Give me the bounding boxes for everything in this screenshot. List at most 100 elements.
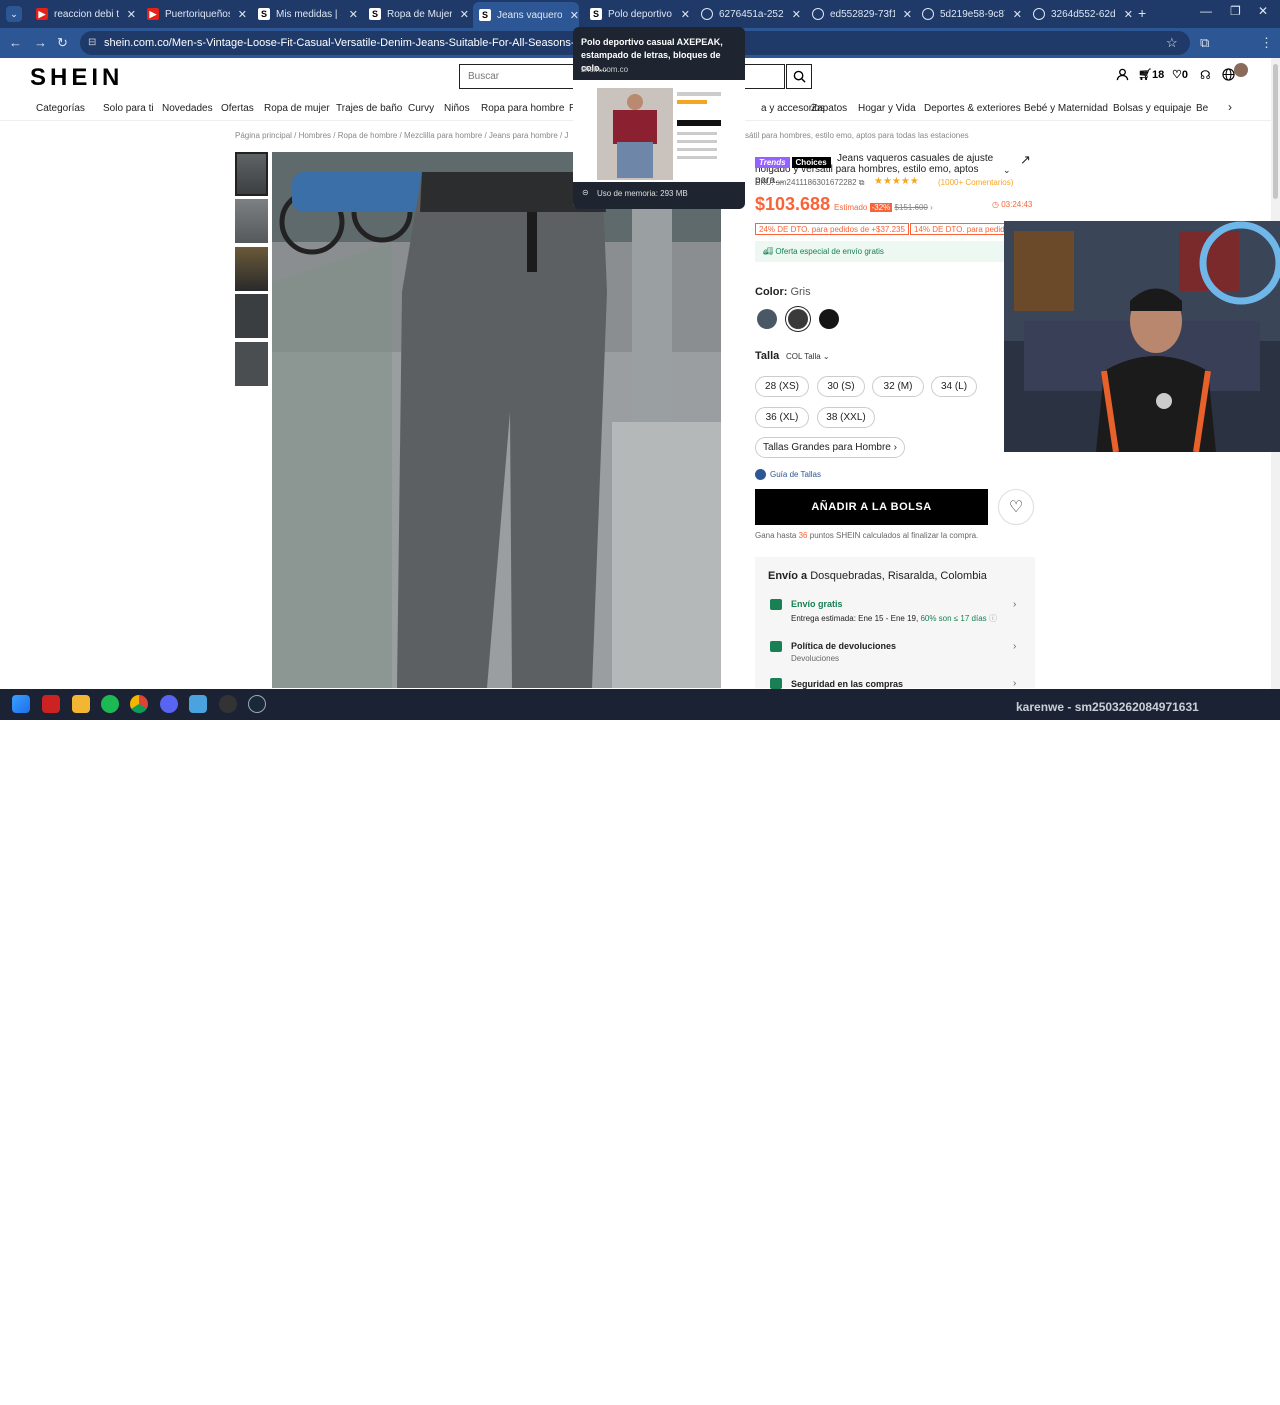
- tab-list-icon[interactable]: ⌄: [6, 6, 22, 22]
- chevron-right-icon[interactable]: ›: [1013, 599, 1016, 610]
- globe-icon[interactable]: [1222, 68, 1235, 84]
- wishlist-button[interactable]: ♡0: [1172, 68, 1188, 81]
- big-sizes-link[interactable]: Tallas Grandes para Hombre ›: [755, 437, 905, 458]
- new-tab-button[interactable]: +: [1138, 5, 1146, 21]
- free-shipping-title[interactable]: Envío gratis: [791, 599, 843, 609]
- category-link[interactable]: Trajes de baño: [336, 103, 402, 114]
- share-icon[interactable]: ↗: [1020, 152, 1031, 168]
- size-option[interactable]: 34 (L): [931, 376, 977, 397]
- security-title[interactable]: Seguridad en las compras: [791, 679, 903, 689]
- info-icon[interactable]: ⓘ: [989, 614, 997, 623]
- category-link[interactable]: Ofertas: [221, 103, 254, 114]
- estimate-info[interactable]: Estimado -32% $151.600 ›: [834, 203, 933, 212]
- browser-tab[interactable]: S Ropa de Mujer y ✕: [363, 4, 469, 24]
- back-icon[interactable]: ←: [9, 35, 22, 50]
- nav-next-icon[interactable]: ›: [1228, 100, 1232, 114]
- copy-icon[interactable]: ⧉: [859, 178, 865, 187]
- main-product-image[interactable]: [272, 152, 721, 688]
- gallery-thumbnail[interactable]: [235, 342, 268, 386]
- shein-logo[interactable]: SHEIN: [30, 64, 123, 92]
- tab-close-icon[interactable]: ✕: [792, 8, 801, 21]
- restore-icon[interactable]: ❐: [1230, 4, 1241, 18]
- chevron-right-icon[interactable]: ›: [1013, 678, 1016, 689]
- browser-tab[interactable]: ▶ Puertoriqueños, n ✕: [141, 4, 247, 24]
- forward-icon[interactable]: →: [34, 35, 47, 50]
- support-icon[interactable]: ☊: [1200, 68, 1211, 82]
- browser-tab[interactable]: 6276451a-252e-4 ✕: [695, 4, 801, 24]
- category-link[interactable]: Curvy: [408, 103, 434, 114]
- browser-tab[interactable]: ed552829-73f1-4 ✕: [806, 4, 912, 24]
- tab-close-icon[interactable]: ✕: [238, 8, 247, 21]
- size-option[interactable]: 36 (XL): [755, 407, 809, 428]
- browser-tab[interactable]: S Mis medidas | SH ✕: [252, 4, 358, 24]
- app-icon[interactable]: [42, 695, 60, 713]
- tab-close-icon[interactable]: ✕: [681, 8, 690, 21]
- expand-title-icon[interactable]: ⌄: [1003, 165, 1011, 176]
- tab-close-icon[interactable]: ✕: [127, 8, 136, 21]
- discount-tag[interactable]: 24% DE DTO. para pedidos de +$37.235: [755, 223, 909, 235]
- tab-close-icon[interactable]: ✕: [903, 8, 912, 21]
- extensions-icon[interactable]: ⧉: [1200, 35, 1209, 51]
- minimize-icon[interactable]: —: [1200, 4, 1212, 18]
- category-link[interactable]: Hogar y Vida: [858, 103, 916, 114]
- steam-icon[interactable]: [248, 695, 266, 713]
- bookmark-star-icon[interactable]: ☆: [1166, 35, 1178, 51]
- tab-close-icon[interactable]: ✕: [349, 8, 358, 21]
- discount-tag[interactable]: 14% DE DTO. para pedid: [910, 223, 1009, 235]
- windows-start-icon[interactable]: [12, 695, 30, 713]
- category-link[interactable]: Solo para ti: [103, 103, 154, 114]
- category-link[interactable]: Ropa de mujer: [264, 103, 330, 114]
- category-link[interactable]: Deportes & exteriores: [924, 103, 1021, 114]
- user-icon[interactable]: [1116, 68, 1129, 84]
- add-to-bag-button[interactable]: AÑADIR A LA BOLSA: [755, 489, 988, 525]
- size-option[interactable]: 30 (S): [817, 376, 865, 397]
- returns-title[interactable]: Política de devoluciones: [791, 641, 896, 651]
- tab-close-icon[interactable]: ✕: [460, 8, 469, 21]
- search-button[interactable]: [786, 64, 812, 89]
- obs-icon[interactable]: [219, 695, 237, 713]
- browser-tab[interactable]: 3264d552-62d9-4 ✕: [1027, 4, 1133, 24]
- gallery-thumbnail[interactable]: [235, 247, 268, 291]
- category-link[interactable]: Be: [1196, 103, 1208, 114]
- close-window-icon[interactable]: ✕: [1258, 4, 1268, 18]
- chevron-right-icon[interactable]: ›: [1013, 641, 1016, 652]
- category-link[interactable]: Bebé y Maternidad: [1024, 103, 1108, 114]
- browser-menu-icon[interactable]: ⋮: [1260, 35, 1273, 51]
- category-link[interactable]: Ropa para hombre: [481, 103, 564, 114]
- gallery-thumbnail[interactable]: [235, 152, 268, 196]
- gallery-thumbnail[interactable]: [235, 199, 268, 243]
- rating-stars[interactable]: ★★★★★: [874, 176, 919, 187]
- color-swatch[interactable]: [819, 309, 839, 329]
- reviews-link[interactable]: (1000+ Comentarios): [938, 178, 1013, 187]
- category-link[interactable]: Niños: [444, 103, 470, 114]
- cart-button[interactable]: 🛒︎18: [1138, 68, 1164, 81]
- breadcrumb[interactable]: Página principal / Hombres / Ropa de hom…: [235, 131, 569, 140]
- size-option[interactable]: 38 (XXL): [817, 407, 875, 428]
- file-explorer-icon[interactable]: [72, 695, 90, 713]
- size-system-select[interactable]: COL Talla ⌄: [786, 352, 830, 361]
- spotify-icon[interactable]: [101, 695, 119, 713]
- profile-avatar[interactable]: [1234, 63, 1248, 77]
- size-guide-link[interactable]: Guía de Tallas: [770, 470, 821, 479]
- breadcrumb-path[interactable]: Página principal / Hombres / Ropa de hom…: [235, 131, 569, 140]
- color-swatch[interactable]: [757, 309, 777, 329]
- reload-icon[interactable]: ↻: [57, 35, 68, 51]
- notepad-icon[interactable]: [189, 695, 207, 713]
- color-swatch[interactable]: [788, 309, 808, 329]
- browser-tab[interactable]: 5d219e58-9c87-4 ✕: [916, 4, 1022, 24]
- category-link[interactable]: Bolsas y equipaje: [1113, 103, 1191, 114]
- browser-tab[interactable]: S Polo deportivo ca ✕: [584, 4, 690, 24]
- category-link[interactable]: Novedades: [162, 103, 213, 114]
- chrome-icon[interactable]: [130, 695, 148, 713]
- tab-close-icon[interactable]: ✕: [570, 9, 579, 22]
- ship-to[interactable]: Envío a Dosquebradas, Risaralda, Colombi…: [768, 570, 987, 582]
- tab-close-icon[interactable]: ✕: [1124, 8, 1133, 21]
- language-indicator[interactable]: ESP LAA: [1160, 1381, 1176, 1403]
- category-link[interactable]: Zapatos: [811, 103, 847, 114]
- site-info-icon[interactable]: ⊟: [88, 31, 96, 55]
- browser-tab[interactable]: S Jeans vaqueros ca ✕: [473, 2, 579, 28]
- browser-tab[interactable]: ▶ reaccion debi tirar ✕: [30, 4, 136, 24]
- system-clock[interactable]: 11:35 p. m. 28/12/2025: [1225, 1381, 1270, 1405]
- size-option[interactable]: 32 (M): [872, 376, 924, 397]
- discord-icon[interactable]: [160, 695, 178, 713]
